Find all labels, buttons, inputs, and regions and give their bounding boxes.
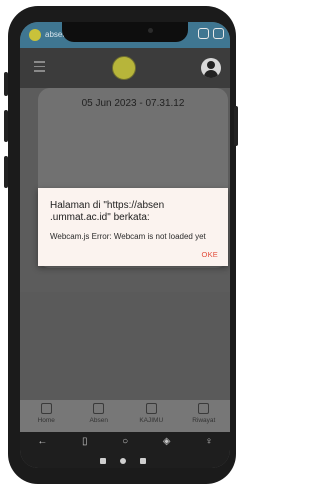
bottom-nav-label: Absen <box>89 417 108 424</box>
home-icon <box>40 403 52 414</box>
camera-icon <box>93 403 105 414</box>
tabs-icon[interactable] <box>198 28 209 39</box>
camera-icon <box>145 403 157 414</box>
volume-button <box>4 110 8 142</box>
status-icons <box>198 28 224 39</box>
back-icon[interactable]: ← <box>37 436 47 447</box>
document-icon <box>198 403 210 414</box>
avatar[interactable] <box>201 58 221 78</box>
volume-button <box>4 156 8 188</box>
side-button <box>4 72 8 96</box>
dialog-title: Halaman di "https://absen .ummat.ac.id" … <box>50 200 165 223</box>
bottom-nav-absen[interactable]: Absen <box>76 403 122 424</box>
profile-icon[interactable]: ♀ <box>205 436 213 447</box>
hamburger-menu-icon[interactable] <box>34 61 45 75</box>
system-nav-bar: ← ▯ ○ ◈ ♀ <box>20 432 230 468</box>
power-button <box>234 106 238 146</box>
camera-notch <box>62 22 188 42</box>
site-logo-icon <box>29 29 41 41</box>
ok-button[interactable]: OKE <box>202 250 218 259</box>
university-logo <box>112 56 136 80</box>
app-top-bar <box>20 48 230 88</box>
book-icon[interactable]: ▯ <box>82 436 88 447</box>
bottom-nav-label: Home <box>37 417 55 424</box>
bottom-nav-label: Riwayat <box>192 417 216 424</box>
bottom-nav-label: KAJIMU <box>139 417 164 424</box>
bottom-nav-home[interactable]: Home <box>23 403 69 424</box>
dialog-message: Webcam.js Error: Webcam is not loaded ye… <box>50 232 206 241</box>
bottom-nav: Home Absen KAJIMU Riwayat <box>20 400 230 434</box>
gesture-bar <box>100 458 146 464</box>
gamepad-icon[interactable]: ◈ <box>163 436 171 447</box>
bottom-nav-riwayat[interactable]: Riwayat <box>181 403 227 424</box>
phone-screen: absen.ummat.ac.id/absen 05 Jun 2023 - 07… <box>20 22 230 468</box>
home-circle-icon[interactable]: ○ <box>122 436 128 447</box>
alert-dialog: Halaman di "https://absen .ummat.ac.id" … <box>38 188 228 266</box>
menu-box-icon[interactable] <box>213 28 224 39</box>
bottom-nav-kajimu[interactable]: KAJIMU <box>128 403 174 424</box>
camera-icon <box>148 28 153 33</box>
